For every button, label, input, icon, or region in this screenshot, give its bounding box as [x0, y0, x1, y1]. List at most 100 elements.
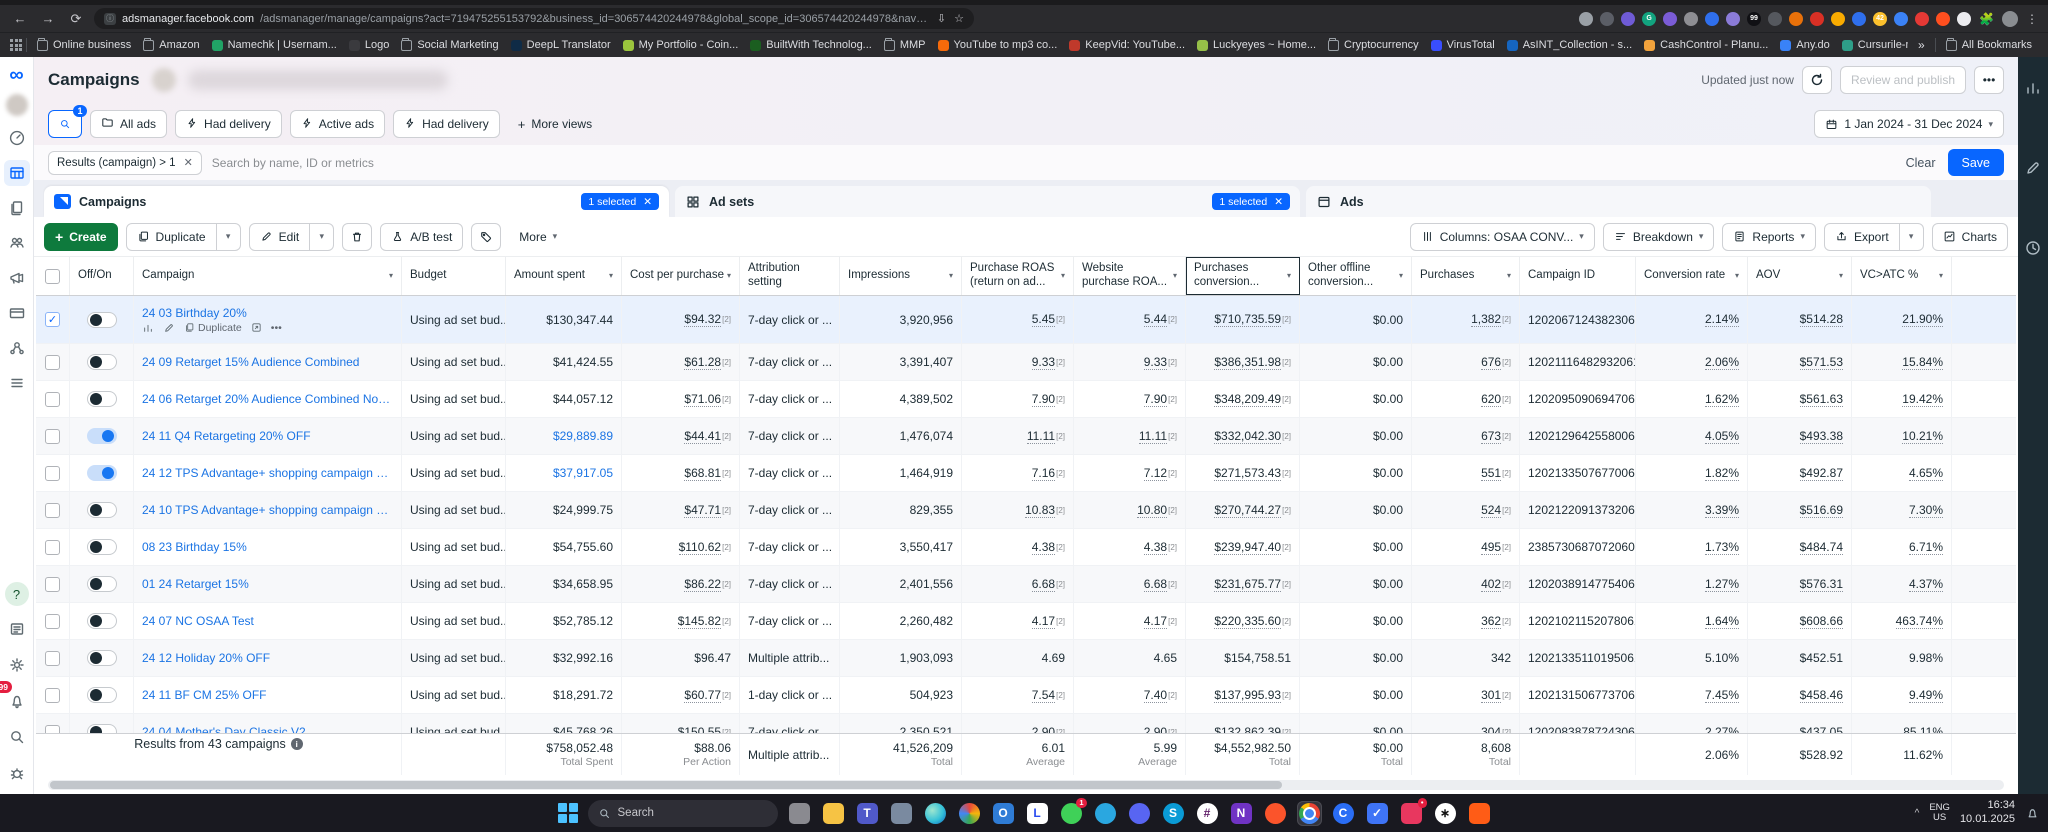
- extension-icon[interactable]: [1894, 11, 1909, 26]
- taskbar-app-telegram[interactable]: [1093, 801, 1118, 826]
- bookmark-item[interactable]: Any.do: [1774, 37, 1835, 53]
- bookmark-item[interactable]: Cursurile-mele - Ed...: [1836, 37, 1908, 53]
- sidebar-item-account-overview[interactable]: [4, 125, 30, 151]
- campaign-name-link[interactable]: 24 11 BF CM 25% OFF: [142, 688, 266, 702]
- row-select-cell[interactable]: [36, 714, 70, 734]
- row-toggle-cell[interactable]: [70, 455, 134, 491]
- charts-button[interactable]: Charts: [1931, 222, 2008, 251]
- column-header-conversion-rate[interactable]: Conversion rate: [1636, 257, 1748, 295]
- taskbar-app-todo[interactable]: ✓: [1365, 801, 1390, 826]
- row-select-cell[interactable]: [36, 677, 70, 713]
- column-header-select[interactable]: [36, 257, 70, 295]
- date-range-picker[interactable]: 1 Jan 2024 - 31 Dec 2024 ▾: [1814, 110, 2004, 138]
- taskbar-app-task-view[interactable]: [787, 801, 812, 826]
- bookmark-item[interactable]: DeepL Translator: [505, 37, 617, 53]
- browser-profile-avatar[interactable]: [2002, 10, 2018, 27]
- campaign-name-link[interactable]: 24 12 TPS Advantage+ shopping campaign C…: [142, 466, 393, 480]
- campaign-name-cell[interactable]: 24 09 Retarget 15% Audience Combined: [134, 344, 402, 380]
- taskbar-app-discord[interactable]: [1127, 801, 1152, 826]
- campaign-toggle[interactable]: [86, 428, 117, 444]
- columns-button[interactable]: Columns: OSAA CONV... ▾: [1409, 222, 1595, 251]
- row-checkbox[interactable]: [45, 724, 60, 734]
- campaign-name-link[interactable]: 24 03 Birthday 20%: [142, 306, 247, 320]
- row-select-cell[interactable]: [36, 603, 70, 639]
- column-header-purchase-roas-return-on-ad[interactable]: Purchase ROAS (return on ad...: [962, 257, 1074, 295]
- row-select-cell[interactable]: [36, 566, 70, 602]
- campaign-toggle[interactable]: [86, 576, 117, 592]
- active-filter-chip[interactable]: Results (campaign) > 1 ✕: [48, 150, 202, 175]
- sidebar-item-advertising[interactable]: [4, 265, 30, 291]
- search-input[interactable]: Search by name, ID or metrics: [212, 156, 374, 170]
- duplicate-action[interactable]: Duplicate: [184, 322, 242, 334]
- review-publish-button[interactable]: Review and publish: [1839, 66, 1966, 94]
- reload-icon[interactable]: ⟳: [66, 11, 86, 27]
- taskbar-app-store[interactable]: [889, 801, 914, 826]
- apps-grid-icon[interactable]: [10, 39, 22, 51]
- table-row[interactable]: 24 11 BF CM 25% OFF Using ad set bud... $1…: [36, 677, 2016, 714]
- column-header-impressions[interactable]: Impressions: [840, 257, 962, 295]
- delete-button[interactable]: [342, 222, 373, 251]
- taskbar-app-pink-app[interactable]: •: [1399, 797, 1427, 826]
- extension-icon[interactable]: [1936, 11, 1951, 26]
- export-caret-button[interactable]: ▾: [1899, 222, 1924, 251]
- selected-badge[interactable]: 1 selected ✕: [1212, 193, 1290, 210]
- column-header-other-offline-conversion[interactable]: Other offline conversion...: [1300, 257, 1412, 295]
- bookmark-item[interactable]: Logo: [343, 37, 395, 53]
- taskbar-app-file-explorer[interactable]: [821, 801, 846, 826]
- notifications-button[interactable]: 99: [0, 681, 30, 714]
- extension-icon[interactable]: [1852, 11, 1867, 26]
- taskbar-app-photos[interactable]: [957, 801, 982, 826]
- campaign-toggle[interactable]: [86, 539, 117, 555]
- start-button[interactable]: [557, 802, 579, 824]
- info-icon[interactable]: i: [290, 738, 303, 751]
- bookmark-item[interactable]: VirusTotal: [1425, 37, 1501, 53]
- row-toggle-cell[interactable]: [70, 603, 134, 639]
- column-header-cost-per-purchase[interactable]: Cost per purchase: [622, 257, 740, 295]
- more-views-button[interactable]: + More views: [508, 110, 602, 138]
- tray-chevron-icon[interactable]: ^: [1915, 808, 1920, 819]
- bookmark-item[interactable]: BuiltWith Technolog...: [744, 37, 878, 53]
- campaign-name-cell[interactable]: 24 11 Q4 Retargeting 20% OFF: [134, 418, 402, 454]
- bookmark-star-icon[interactable]: ☆: [954, 12, 964, 25]
- row-select-cell[interactable]: [36, 529, 70, 565]
- table-row[interactable]: 24 06 Retarget 20% Audience Combined No …: [36, 381, 2016, 418]
- taskbar-app-chatgpt[interactable]: ∗: [1433, 801, 1458, 826]
- site-info-icon[interactable]: ⓘ: [104, 12, 116, 25]
- view-chip-had-delivery[interactable]: Had delivery: [393, 110, 500, 138]
- search-tool-button[interactable]: [4, 724, 30, 750]
- row-select-cell[interactable]: [36, 418, 70, 454]
- language-indicator[interactable]: ENG US: [1929, 802, 1950, 824]
- sidebar-item-campaigns[interactable]: [3, 160, 30, 186]
- clear-selection-icon[interactable]: ✕: [643, 196, 652, 208]
- column-header-purchases[interactable]: Purchases: [1412, 257, 1520, 295]
- save-button[interactable]: Save: [1947, 149, 2004, 176]
- help-button[interactable]: ?: [4, 582, 29, 606]
- extension-icon[interactable]: [1705, 11, 1720, 26]
- row-select-cell[interactable]: [36, 492, 70, 528]
- taskbar-app-edge[interactable]: [923, 801, 948, 826]
- taskbar-search[interactable]: Search: [587, 799, 778, 827]
- breakdown-button[interactable]: Breakdown ▾: [1602, 222, 1715, 251]
- campaign-name-cell[interactable]: 24 12 TPS Advantage+ shopping campaign C…: [134, 455, 402, 491]
- table-row[interactable]: 01 24 Retarget 15% Using ad set bud... $34…: [36, 566, 2016, 603]
- taskbar-app-starburst[interactable]: [1467, 801, 1492, 826]
- taskbar-app-loom[interactable]: L: [1025, 801, 1050, 826]
- bookmarks-overflow-chevron[interactable]: »: [1912, 38, 1931, 52]
- sidebar-item-audiences[interactable]: [4, 230, 30, 256]
- scrollbar-thumb[interactable]: [50, 781, 1283, 790]
- forward-icon[interactable]: →: [38, 11, 58, 26]
- column-header-purchases-conversion[interactable]: Purchases conversion...: [1186, 257, 1300, 295]
- bookmark-item[interactable]: YouTube to mp3 co...: [932, 37, 1064, 53]
- row-checkbox[interactable]: [45, 576, 60, 592]
- taskbar-app-outlook[interactable]: O: [991, 801, 1016, 826]
- sidebar-item-all-tools[interactable]: [4, 370, 30, 396]
- row-toggle-cell[interactable]: [70, 529, 134, 565]
- more-button[interactable]: More ▾: [509, 223, 567, 251]
- extension-icon[interactable]: 99: [1747, 11, 1762, 26]
- table-row[interactable]: 24 07 NC OSAA Test Using ad set bud... $52…: [36, 603, 2016, 640]
- edit-pencil-icon[interactable]: [163, 322, 175, 334]
- view-chip-had-delivery[interactable]: Had delivery: [175, 110, 282, 138]
- extension-icon[interactable]: [1831, 11, 1846, 26]
- view-charts-icon[interactable]: [142, 322, 154, 334]
- row-toggle-cell[interactable]: [70, 418, 134, 454]
